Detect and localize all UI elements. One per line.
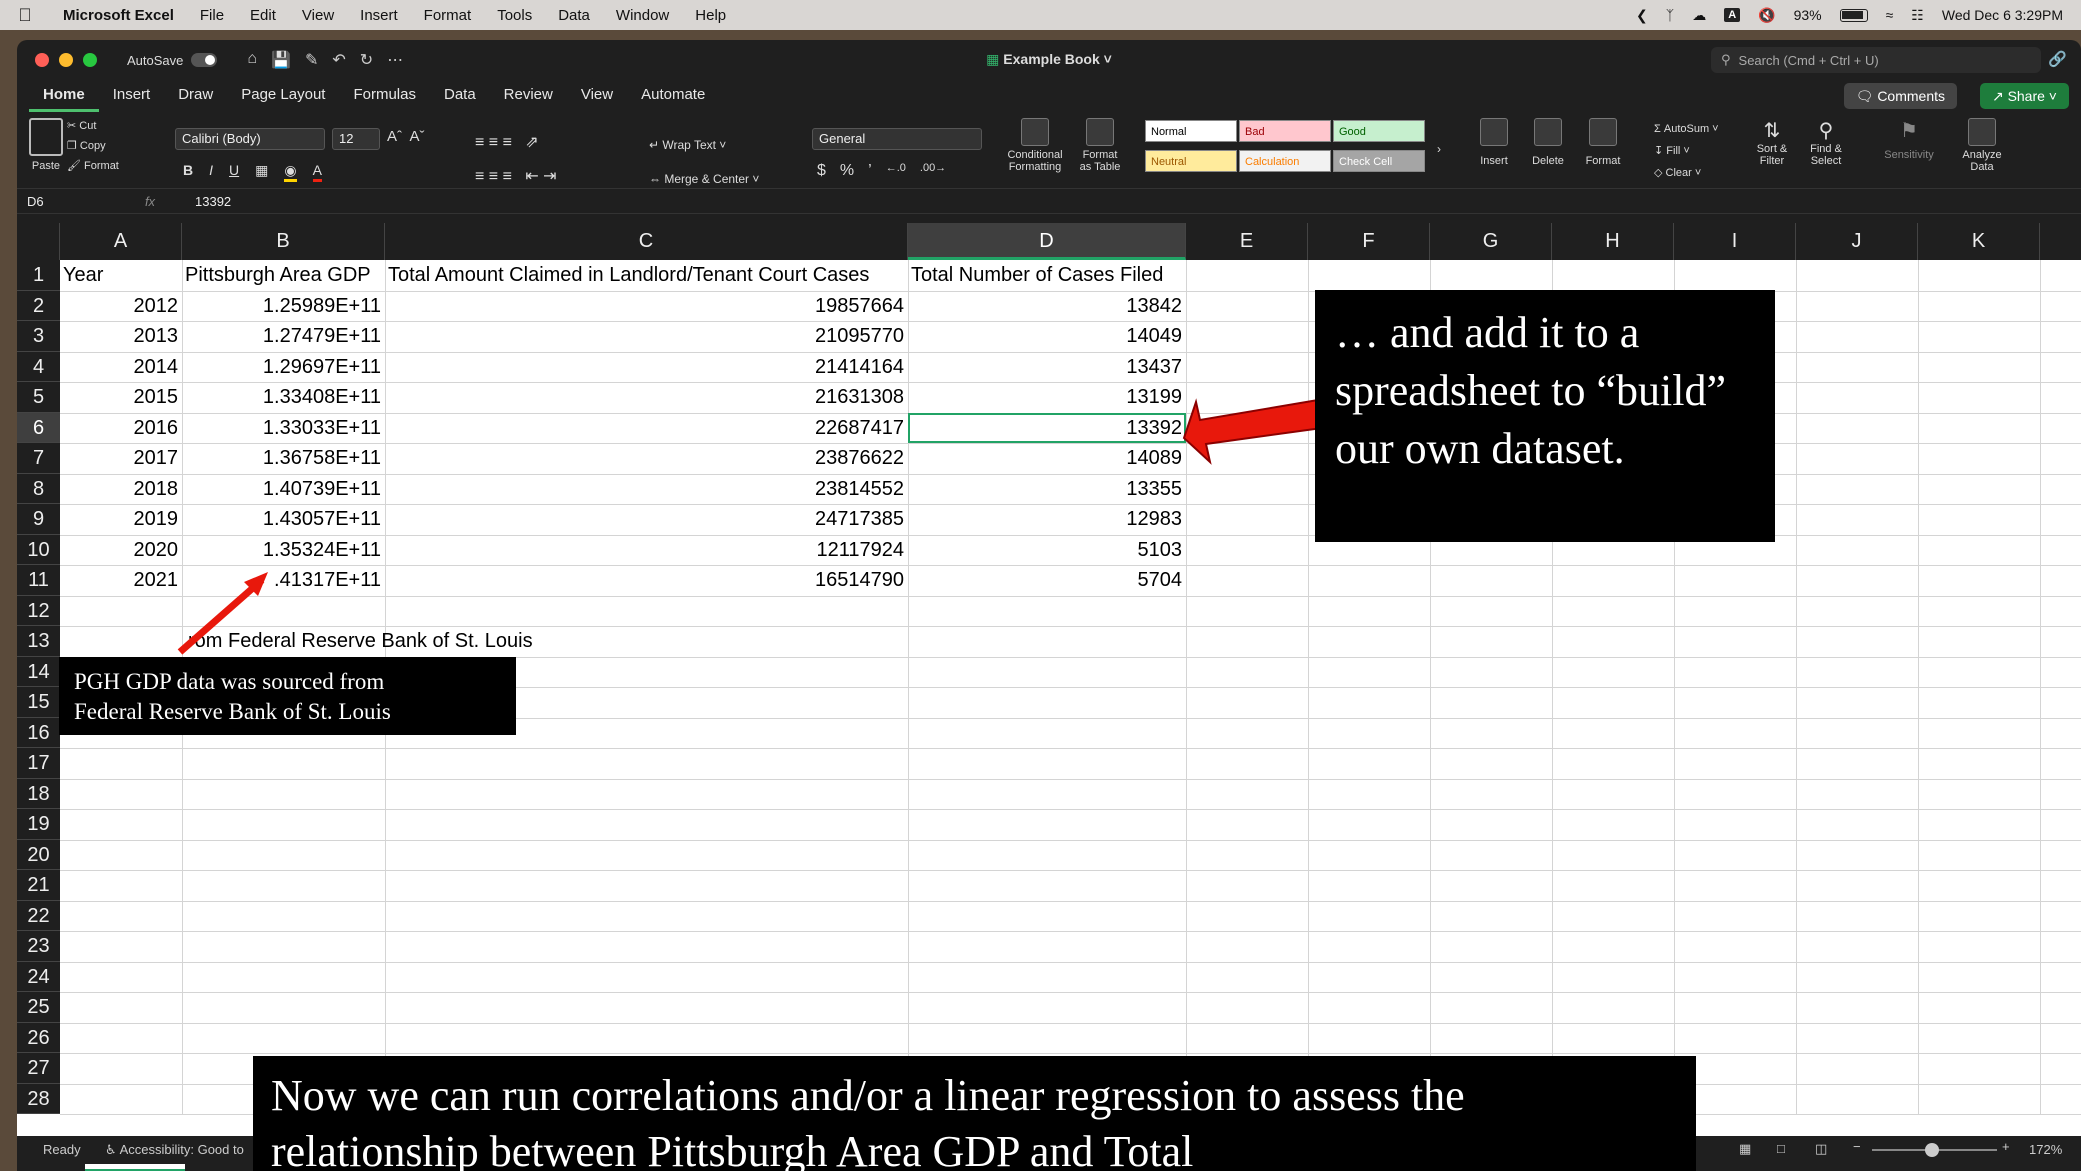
red-arrow-right (1182, 398, 1324, 465)
callout-gdp-line2: Federal Reserve Bank of St. Louis (74, 699, 391, 724)
red-arrow-left-shaft (177, 577, 265, 655)
callout-gdp-source: PGH GDP data was sourced from Federal Re… (59, 657, 516, 735)
callout-build-dataset: … and add it to a spreadsheet to “build”… (1315, 290, 1775, 542)
callout-gdp-line1: PGH GDP data was sourced from (74, 669, 385, 694)
annotation-arrows (177, 398, 1324, 655)
callout-next-steps: Now we can run correlations and/or a lin… (253, 1056, 1696, 1171)
